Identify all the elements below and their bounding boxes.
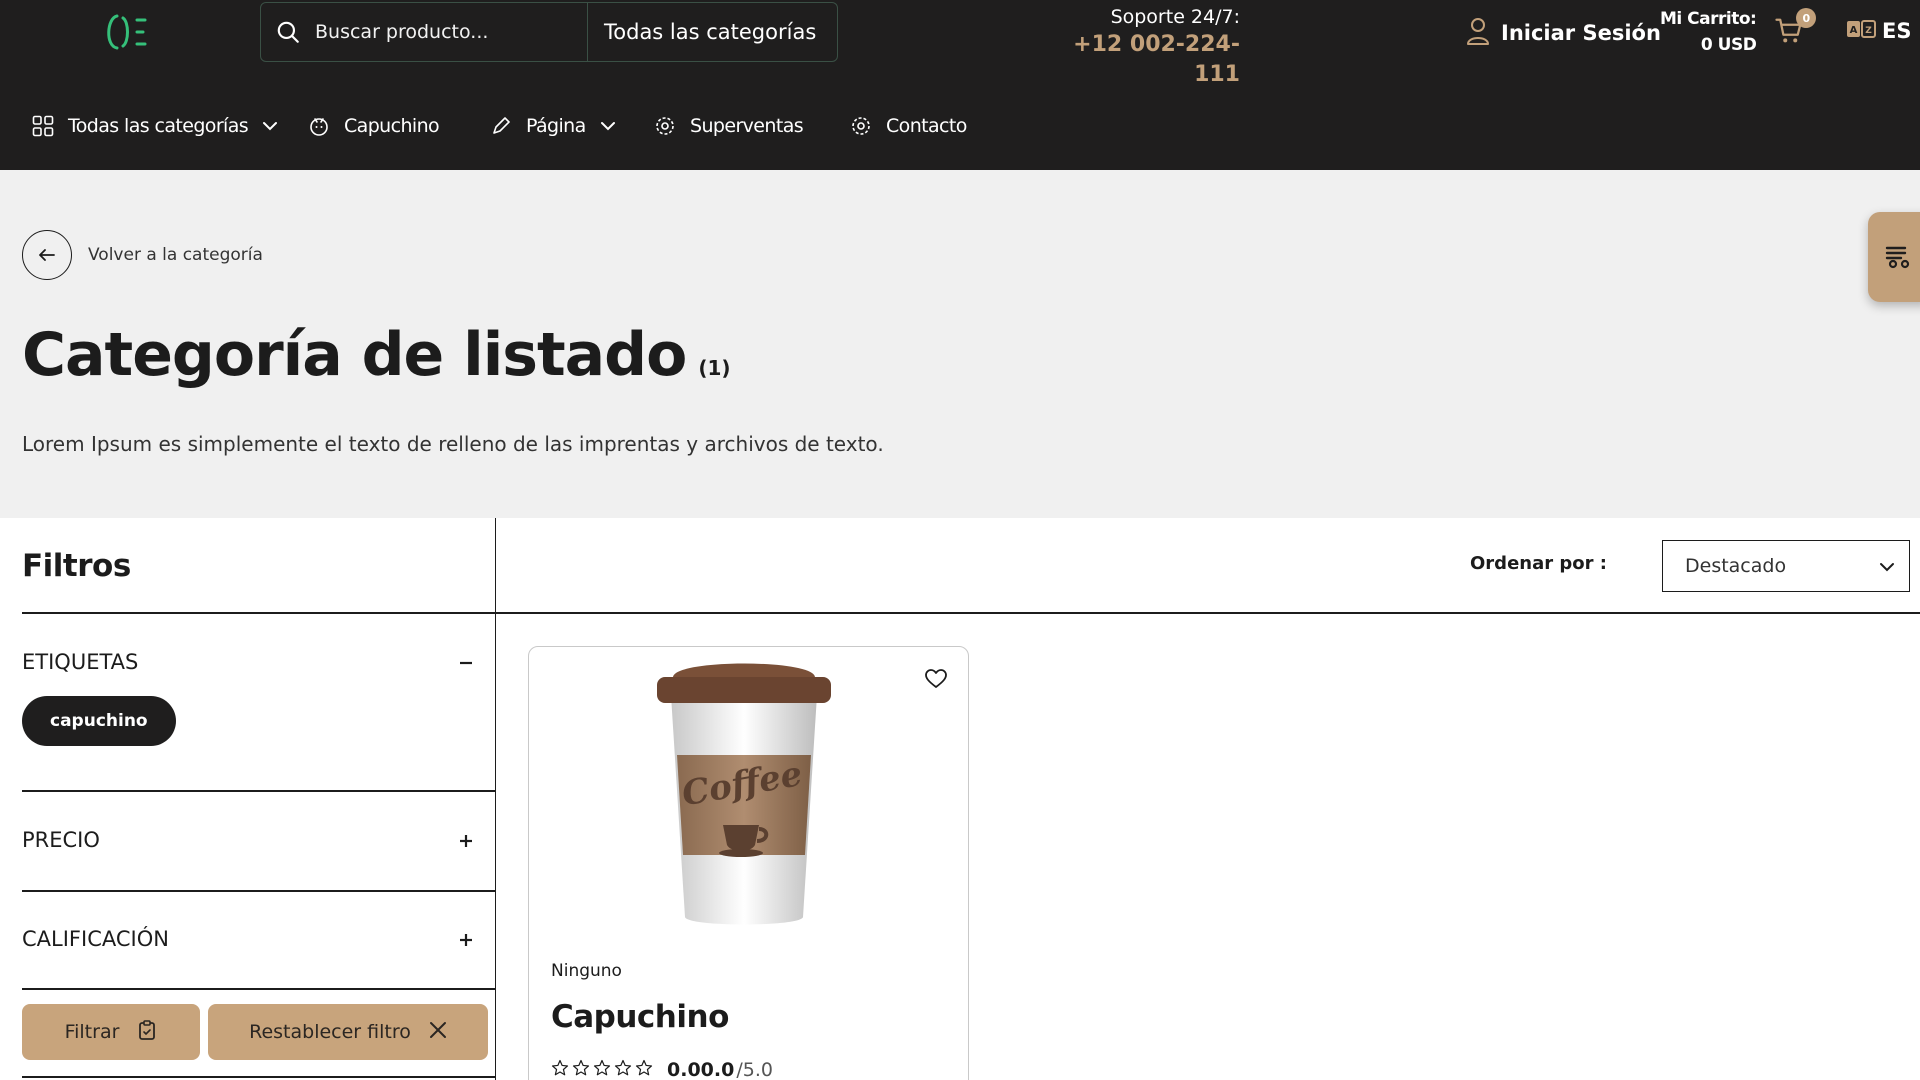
clipboard-icon [137,1019,157,1046]
support-phone[interactable]: +12 002-224-111 [1040,30,1240,90]
divider [22,890,496,892]
filter-section-rating-title[interactable]: CALIFICACIÓN [22,927,169,951]
back-label: Volver a la categoría [88,245,263,265]
reset-filter-label: Restablecer filtro [249,1021,411,1043]
filter-button-label: Filtrar [64,1021,120,1043]
nav-item-pagina[interactable]: Página [490,106,616,146]
sort-label: Ordenar por : [1470,553,1607,574]
divider [496,612,1920,614]
filters-title: Filtros [22,548,131,584]
chevron-down-icon [1879,555,1895,577]
search-bar: Todas las categorías [260,2,838,62]
nav-item-capuchino[interactable]: Capuchino [308,106,440,146]
side-drawer-tab[interactable] [1868,212,1920,302]
sort-value: Destacado [1685,555,1787,577]
reset-filter-button[interactable]: Restablecer filtro [208,1004,488,1060]
product-name[interactable]: Capuchino [551,999,729,1035]
translate-icon: AZ [1846,18,1876,44]
cart-label: Mi Carrito: [1660,9,1757,29]
rating-value: 0.00.0 [667,1059,735,1080]
search-input[interactable] [315,3,587,61]
star-icon [635,1059,653,1080]
support-label: Soporte 24/7: [1110,6,1240,28]
plus-icon[interactable] [456,831,476,851]
sort-select[interactable]: Destacado [1662,540,1910,592]
language-label: ES [1882,19,1912,43]
user-icon [1465,16,1491,50]
page-title: Categoría de listado (1) [22,320,731,390]
star-icon [614,1059,632,1080]
nav-item-superventas[interactable]: Superventas [654,106,804,146]
rating-max: /5.0 [736,1059,773,1080]
chevron-down-icon [600,121,616,131]
category-description: Lorem Ipsum es simplemente el texto de r… [22,432,884,456]
result-count: (1) [698,356,731,380]
logo-icon[interactable] [101,10,151,54]
filter-button[interactable]: Filtrar [22,1004,200,1060]
category-hero: Volver a la categoría Categoría de lista… [0,170,1920,518]
login-label: Iniciar Sesión [1501,21,1661,45]
svg-text:A: A [1850,25,1858,36]
gear-icon [654,115,676,137]
plus-icon[interactable] [456,930,476,950]
heart-icon[interactable] [924,667,948,691]
nav-item-all-categories[interactable]: Todas las categorías [32,106,278,146]
cart-count-badge: 0 [1796,8,1817,28]
back-to-category-link[interactable]: Volver a la categoría [22,230,263,280]
svg-text:Z: Z [1865,26,1872,36]
product-rating: 0.00.0 /5.0 [551,1059,773,1080]
language-switcher[interactable]: AZ ES [1846,18,1911,44]
filter-section-price-title[interactable]: PRECIO [22,828,100,852]
nav-label: Todas las categorías [68,115,249,137]
login-button[interactable]: Iniciar Sesión [1465,16,1661,50]
page-title-text: Categoría de listado [22,320,687,390]
pen-icon [490,115,512,137]
star-icon [572,1059,590,1080]
tag-chip[interactable]: capuchino [22,696,176,746]
chevron-down-icon [262,121,278,131]
nav-label: Página [526,115,586,137]
filters-sidebar: Filtros ETIQUETAS capuchino PRECIO CALIF… [0,518,496,1080]
search-category-select[interactable]: Todas las categorías [588,20,816,44]
product-card[interactable]: Coffee Ninguno Capuchino 0.00.0 /5.0 [528,646,969,1080]
close-icon [429,1021,447,1044]
delivery-truck-icon [1883,240,1913,274]
divider [22,988,496,990]
minus-icon[interactable] [456,653,476,673]
cart-button[interactable]: Mi Carrito: 0 USD 0 [1660,6,1817,58]
star-rating [551,1059,653,1080]
site-header: Todas las categorías Soporte 24/7: +12 0… [0,0,1920,170]
star-icon [593,1059,611,1080]
divider [22,790,496,792]
nav-item-contacto[interactable]: Contacto [850,106,967,146]
divider [22,612,496,614]
support-block: Soporte 24/7: +12 002-224-111 [1040,4,1240,90]
arrow-left-icon [22,230,72,280]
coffee-icon [308,115,330,137]
search-icon[interactable] [275,17,305,47]
cart-total: 0 USD [1700,35,1757,55]
nav-label: Contacto [886,115,967,137]
nav-label: Capuchino [344,115,440,137]
gear-icon [850,115,872,137]
nav-label: Superventas [690,115,804,137]
product-brand: Ninguno [551,961,622,981]
cart-icon[interactable]: 0 [1774,8,1817,48]
cart-summary: Mi Carrito: 0 USD [1660,6,1757,58]
filter-section-tags-title[interactable]: ETIQUETAS [22,650,138,674]
grid-icon [32,115,54,137]
star-icon [551,1059,569,1080]
divider [22,1076,496,1078]
product-image[interactable]: Coffee [651,655,837,931]
